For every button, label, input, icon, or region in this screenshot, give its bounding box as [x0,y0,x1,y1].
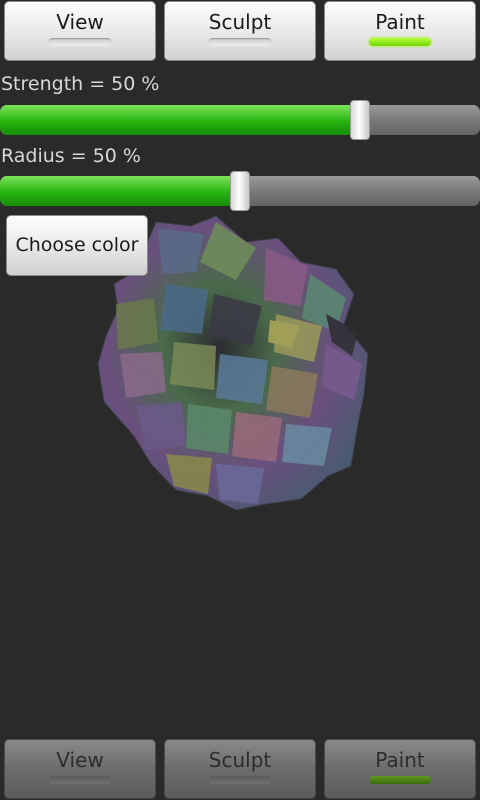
paint-toggle-label: Paint [375,10,425,34]
bottom-paint-indicator [369,776,431,784]
bottom-view-label: View [56,748,104,772]
bottom-paint-button[interactable]: Paint [324,739,476,799]
radius-label: Radius = 50 % [1,145,141,167]
sculpt-toggle-button[interactable]: Sculpt [164,1,316,61]
bottom-sculpt-indicator [209,776,271,784]
bottom-sculpt-button[interactable]: Sculpt [164,739,316,799]
view-indicator [49,38,111,46]
strength-slider[interactable] [0,105,480,135]
sculpt-indicator [209,38,271,46]
view-toggle-label: View [56,10,104,34]
strength-slider-fill [0,105,360,135]
strength-slider-thumb[interactable] [350,100,370,140]
view-toggle-button[interactable]: View [4,1,156,61]
bottom-view-indicator [49,776,111,784]
choose-color-button[interactable]: Choose color [6,215,148,276]
bottom-paint-label: Paint [375,748,425,772]
strength-label: Strength = 50 % [1,73,160,95]
bottom-sculpt-label: Sculpt [208,748,272,772]
sculpt-toggle-label: Sculpt [208,10,272,34]
paint-toggle-button[interactable]: Paint [324,1,476,61]
radius-slider-thumb[interactable] [230,171,250,211]
paint-indicator [369,38,431,46]
bottom-view-button[interactable]: View [4,739,156,799]
radius-slider-fill [0,176,240,206]
